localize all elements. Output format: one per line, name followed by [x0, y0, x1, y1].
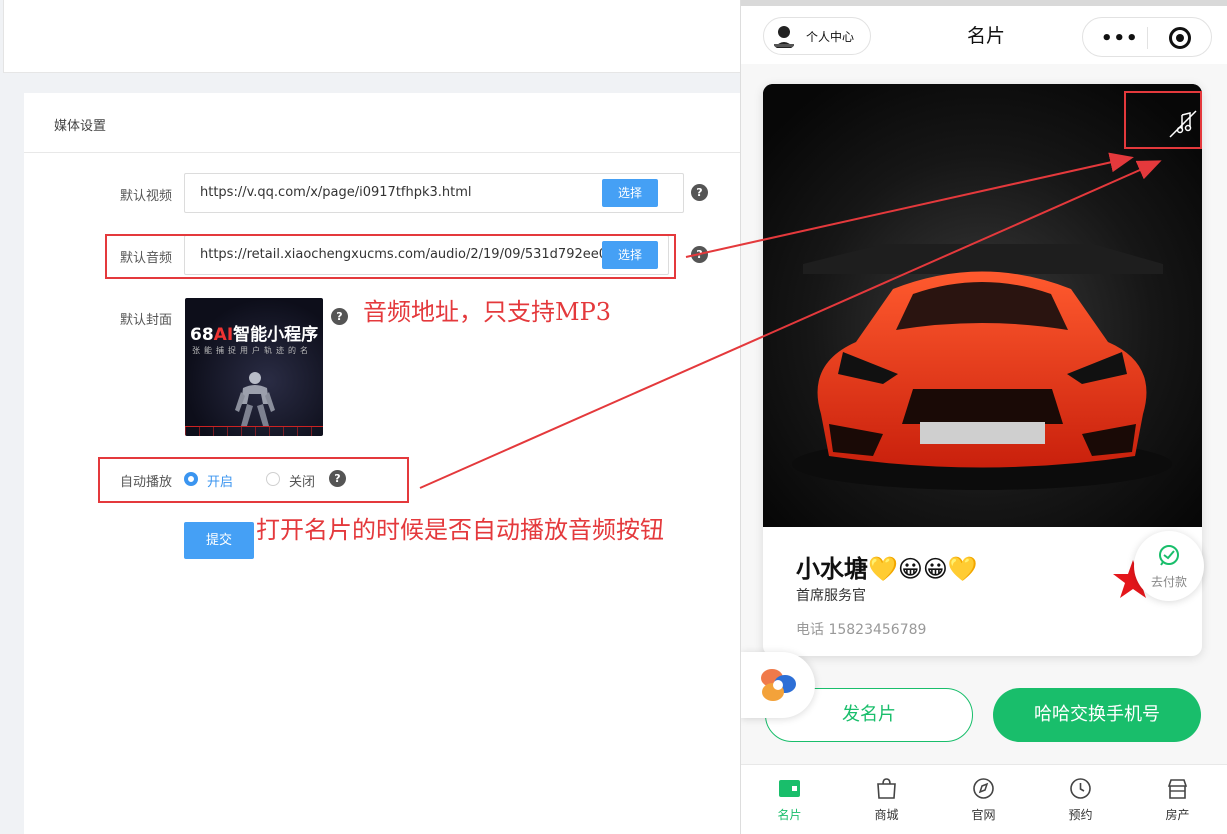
pay-button[interactable]: 去付款	[1134, 531, 1204, 601]
tab-property-label: 房产	[1165, 808, 1190, 822]
card-position: 首席服务官	[796, 588, 866, 604]
screen: 媒体设置 默认视频 https://v.qq.com/x/page/i0917t…	[0, 0, 1227, 834]
exchange-phone-button[interactable]: 哈哈交换手机号	[993, 688, 1201, 742]
cover-help-icon[interactable]: ?	[331, 308, 348, 325]
cover-subtitle: 张能捕捉用户轨迹的名	[192, 346, 312, 355]
floating-logo-button[interactable]	[741, 652, 815, 718]
tab-website[interactable]: 官网	[935, 765, 1032, 834]
robot-figure-icon	[235, 372, 275, 426]
car-photo	[763, 84, 1202, 527]
tab-card[interactable]: 名片	[741, 765, 838, 834]
tab-booking[interactable]: 预约	[1032, 765, 1129, 834]
tab-booking-label: 预约	[1068, 808, 1093, 822]
cover-image[interactable]: 68AI智能小程序 张能捕捉用户轨迹的名	[185, 298, 323, 436]
admin-area: 媒体设置 默认视频 https://v.qq.com/x/page/i0917t…	[0, 0, 740, 834]
panel-title: 媒体设置	[54, 119, 107, 134]
capsule-divider	[1147, 27, 1148, 49]
mini-program-capsule: •••	[1082, 17, 1212, 57]
music-icon-highlight-box	[1124, 91, 1202, 149]
brand-logo-icon	[761, 669, 796, 701]
cover-title: 68AI智能小程序	[190, 325, 319, 345]
audio-annotation: 音频地址，只支持MP3	[363, 298, 611, 326]
tab-website-label: 官网	[971, 808, 996, 822]
tab-property[interactable]: 房产	[1129, 765, 1226, 834]
page-title: 名片	[966, 25, 1005, 47]
video-help-icon[interactable]: ?	[691, 184, 708, 201]
card-owner-name: 小水塘💛😀😀💛	[796, 555, 978, 583]
compass-icon	[973, 778, 994, 799]
admin-header	[3, 0, 740, 73]
autoplay-highlight-box	[98, 457, 409, 503]
card-icon	[779, 780, 800, 797]
panel-divider	[24, 152, 740, 153]
house-icon	[1167, 779, 1188, 799]
clock-icon	[1070, 778, 1091, 799]
video-select-button[interactable]: 选择	[602, 179, 658, 207]
card-phone-number[interactable]: 电话 15823456789	[796, 619, 926, 639]
shop-bag-icon	[877, 778, 896, 799]
wechat-pay-icon	[1159, 545, 1179, 566]
autoplay-annotation: 打开名片的时候是否自动播放音频按钮	[256, 516, 664, 544]
tab-card-label: 名片	[777, 808, 802, 822]
profile-center-button[interactable]: 个人中心	[763, 17, 871, 55]
cover-floor-grid	[185, 426, 323, 436]
submit-button[interactable]: 提交	[184, 522, 254, 559]
audio-help-icon[interactable]: ?	[691, 246, 708, 263]
video-label: 默认视频	[119, 189, 172, 204]
close-target-icon[interactable]	[1169, 27, 1191, 49]
mini-program-navbar: 个人中心 名片 •••	[741, 6, 1227, 64]
profile-center-label: 个人中心	[806, 30, 855, 44]
tab-shop[interactable]: 商城	[838, 765, 935, 834]
audio-highlight-box	[105, 234, 676, 279]
more-dots-icon[interactable]: •••	[1101, 28, 1139, 49]
pay-label: 去付款	[1150, 575, 1187, 589]
bottom-tab-bar: 名片 商城 官网 预约 房产	[741, 764, 1227, 834]
tab-shop-label: 商城	[874, 808, 899, 822]
avatar	[770, 22, 798, 50]
cover-label: 默认封面	[119, 313, 172, 328]
